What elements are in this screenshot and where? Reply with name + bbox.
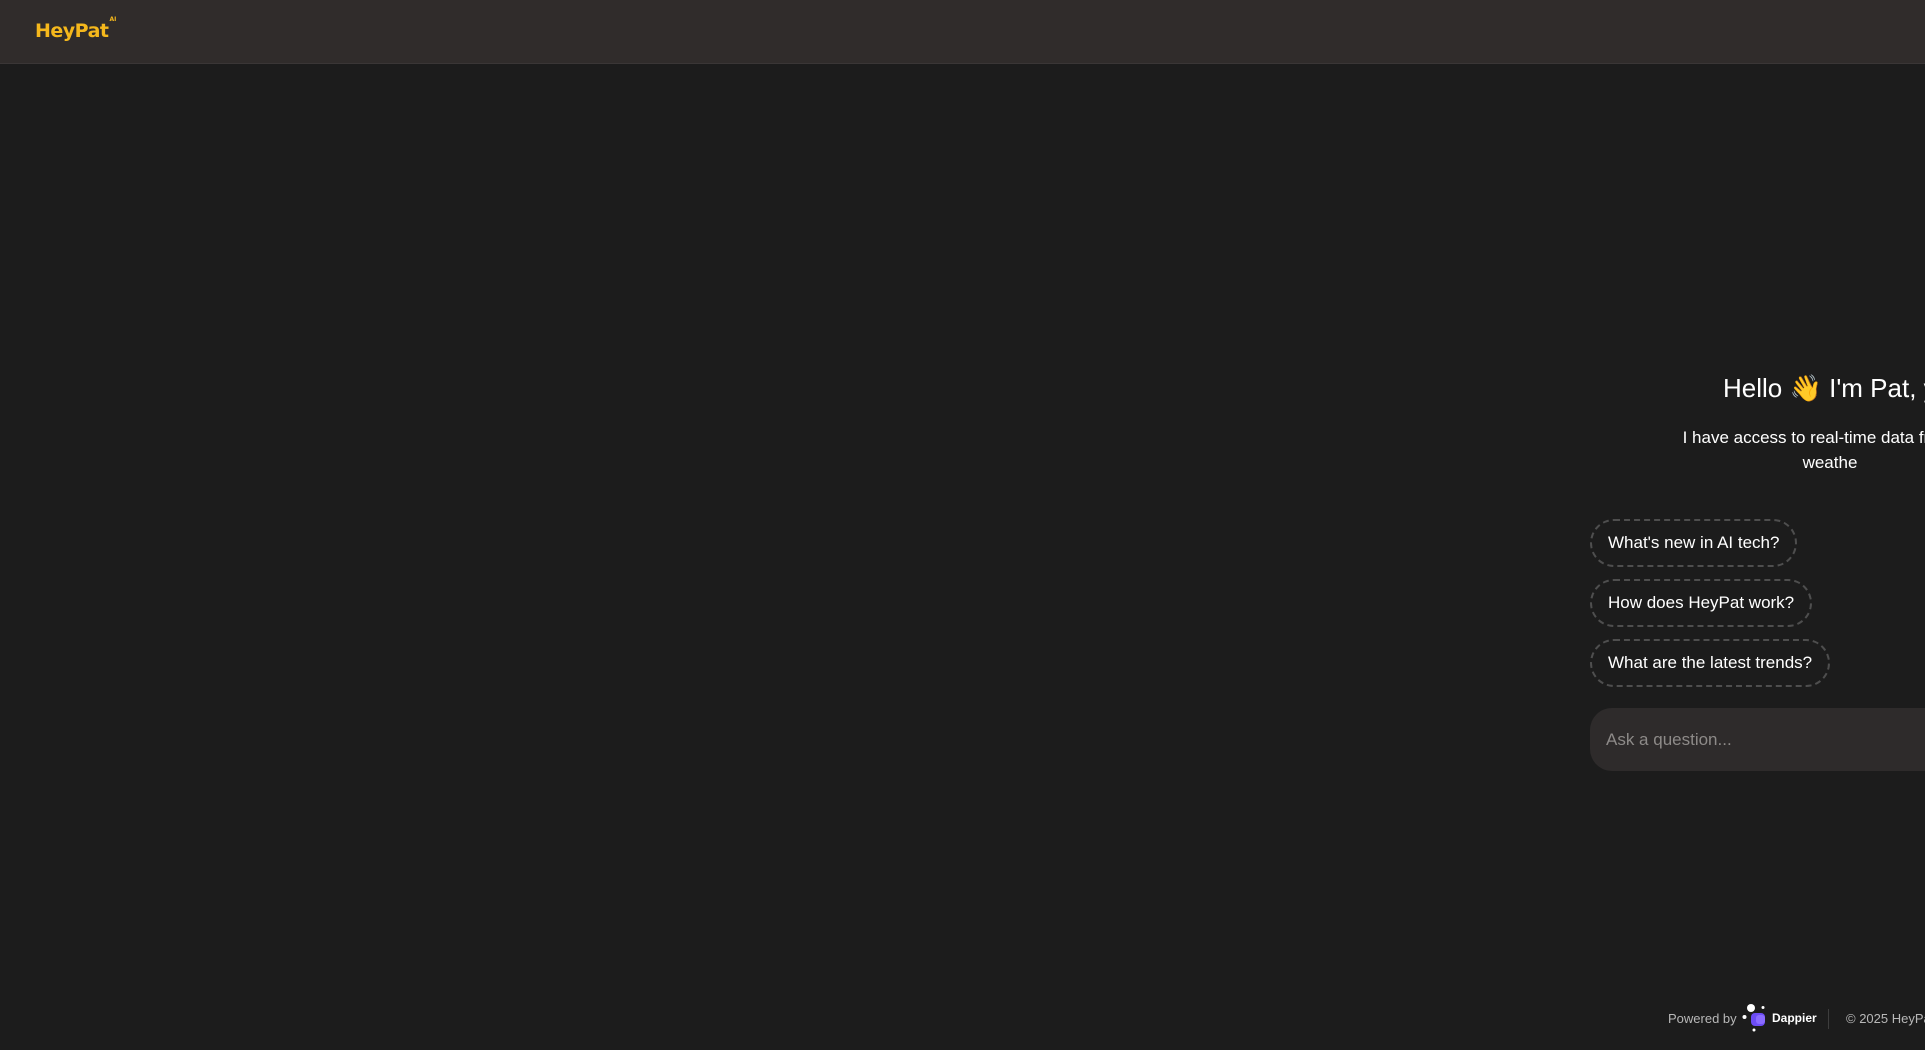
powered-by-label: Powered by <box>1668 1011 1737 1026</box>
greeting-hello: Hello <box>1723 373 1783 403</box>
logo-text: HeyPat <box>35 20 109 42</box>
description-line: weathe <box>1802 453 1858 472</box>
main-content: Hello 👋 I'm Pat, y I have access to real… <box>0 64 1925 1050</box>
description-line: I have access to real-time data from tru <box>1682 428 1925 447</box>
ask-question-box[interactable] <box>1590 708 1925 771</box>
copyright-text: © 2025 HeyPa <box>1846 1011 1925 1026</box>
dappier-logo-icon[interactable] <box>1742 1004 1768 1032</box>
suggestion-chip-ai-tech[interactable]: What's new in AI tech? <box>1590 519 1798 567</box>
intro-description: I have access to real-time data from tru… <box>1400 425 1925 475</box>
heypat-logo[interactable]: HeyPatAI <box>35 16 116 42</box>
greeting-intro: I'm Pat, y <box>1829 373 1925 403</box>
ask-question-input[interactable] <box>1606 708 1906 771</box>
waving-hand-icon: 👋 <box>1789 373 1822 403</box>
suggestion-chip-how-heypat-works[interactable]: How does HeyPat work? <box>1590 579 1813 627</box>
greeting-heading: Hello 👋 I'm Pat, y <box>1723 373 1925 404</box>
logo-superscript: AI <box>109 16 117 23</box>
dappier-brand-name[interactable]: Dappier <box>1772 1011 1817 1025</box>
top-header: HeyPatAI <box>0 0 1925 64</box>
suggestion-chip-latest-trends[interactable]: What are the latest trends? <box>1590 639 1831 687</box>
footer-divider <box>1828 1009 1829 1029</box>
